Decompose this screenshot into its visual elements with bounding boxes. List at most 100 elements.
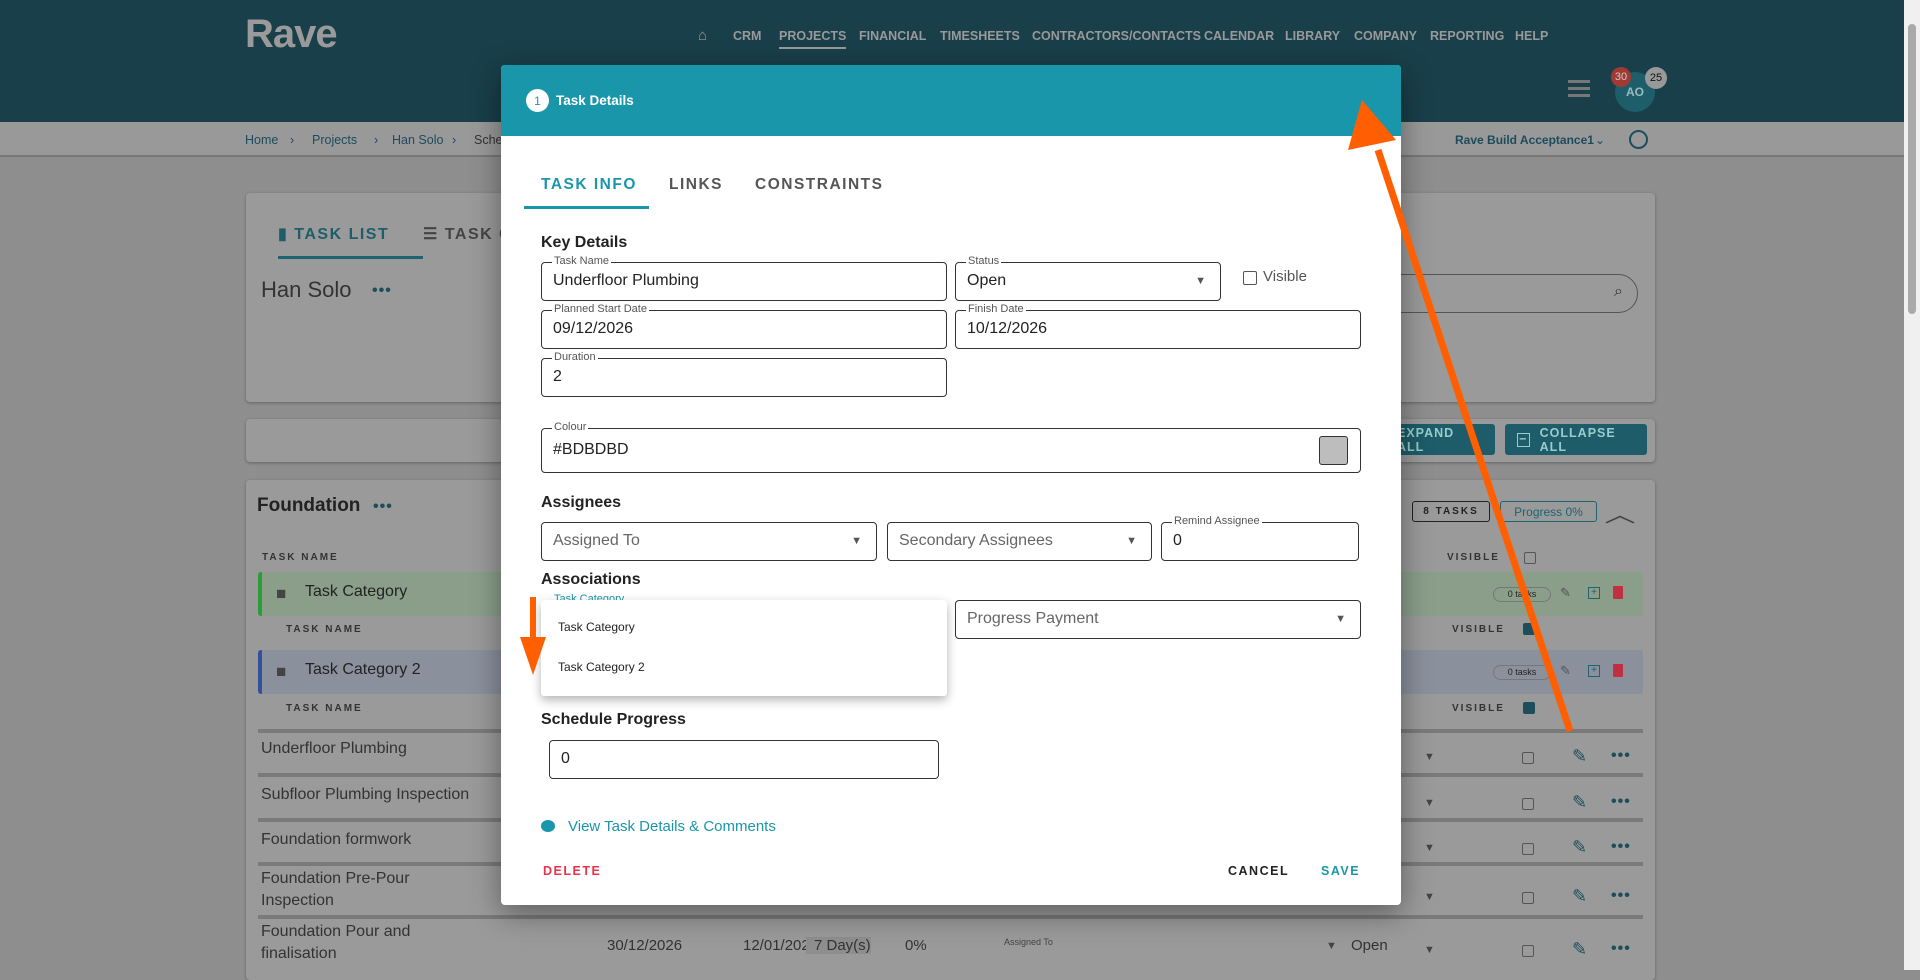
colour-field[interactable]: Colour #BDBDBD — [541, 421, 1361, 473]
status-select[interactable]: Status Open ▼ — [955, 255, 1221, 301]
more-options-icon[interactable]: ••• — [372, 282, 392, 300]
task-status[interactable]: Open — [1351, 937, 1388, 954]
sub-col-visible: VISIBLE — [1452, 703, 1505, 714]
nav-reporting[interactable]: REPORTING — [1430, 29, 1504, 43]
progress-payment-select[interactable]: Progress Payment ▼ — [955, 600, 1361, 639]
placeholder: Secondary Assignees — [899, 532, 1053, 549]
field-value: #BDBDBD — [553, 441, 629, 458]
nav-help[interactable]: HELP — [1515, 29, 1548, 43]
chevron-up-icon[interactable]: ︿ — [1605, 497, 1636, 529]
breadcrumb-projects[interactable]: Projects — [312, 133, 357, 147]
colour-swatch[interactable] — [1319, 436, 1348, 465]
add-icon[interactable]: + — [1588, 587, 1600, 599]
delete-button[interactable]: DELETE — [543, 864, 601, 878]
more-options-icon[interactable]: ••• — [1611, 747, 1631, 765]
hamburger-menu-icon[interactable] — [1568, 80, 1590, 97]
edit-icon[interactable]: ✎ — [1560, 585, 1571, 601]
logo[interactable]: Rave — [245, 12, 338, 57]
collapse-all-button[interactable]: − COLLAPSE ALL — [1505, 424, 1647, 455]
edit-pencil-icon[interactable]: ✎ — [1572, 837, 1587, 858]
tab-task-info[interactable]: TASK INFO — [541, 176, 637, 194]
schedule-progress-field[interactable]: 0 — [549, 740, 939, 779]
caret-down-icon[interactable]: ▼ — [1424, 797, 1435, 809]
category-task-count: 0 tasks — [1493, 665, 1551, 680]
nav-calendar[interactable]: CALENDAR — [1204, 29, 1274, 43]
nav-company[interactable]: COMPANY — [1354, 29, 1417, 43]
col-visible: VISIBLE — [1447, 552, 1500, 563]
edit-pencil-icon[interactable]: ✎ — [1572, 939, 1587, 960]
task-progress: 0% — [905, 937, 927, 954]
field-label: Status — [966, 255, 1002, 267]
task-name-field[interactable]: Task Name Underfloor Plumbing — [541, 255, 947, 301]
visible-checkbox[interactable] — [1522, 843, 1534, 855]
nav-crm[interactable]: CRM — [733, 29, 761, 43]
task-assigned-to[interactable]: Assigned To — [1004, 937, 1053, 947]
caret-down-icon[interactable]: ▼ — [1424, 944, 1435, 956]
visible-checkbox[interactable] — [1522, 892, 1534, 904]
edit-pencil-icon[interactable]: ✎ — [1572, 746, 1587, 767]
caret-down-icon[interactable]: ▼ — [1326, 940, 1337, 952]
planned-start-date-field[interactable]: Planned Start Date 09/12/2026 — [541, 303, 947, 349]
scrollbar-thumb[interactable] — [1908, 24, 1916, 314]
task-row-name[interactable]: Foundation formwork — [261, 831, 411, 849]
caret-down-icon[interactable]: ▼ — [1424, 842, 1435, 854]
add-icon[interactable]: + — [1588, 665, 1600, 677]
more-options-icon[interactable]: ••• — [1611, 838, 1631, 856]
breadcrumb-project[interactable]: Han Solo — [392, 133, 443, 147]
assigned-to-select[interactable]: Assigned To ▼ — [541, 522, 877, 561]
nav-financial[interactable]: FINANCIAL — [859, 29, 926, 43]
tab-task-other[interactable]: ☰ TASK C — [423, 224, 501, 244]
breadcrumb-sep: › — [290, 133, 295, 147]
edit-pencil-icon[interactable]: ✎ — [1572, 792, 1587, 813]
search-input[interactable]: ⌕ — [1380, 274, 1638, 313]
more-options-icon[interactable]: ••• — [1611, 940, 1631, 958]
cancel-button[interactable]: CANCEL — [1228, 864, 1289, 878]
nav-contractors[interactable]: CONTRACTORS/CONTACTS — [1032, 29, 1201, 43]
delete-icon[interactable] — [1613, 664, 1623, 677]
breadcrumb-home[interactable]: Home — [245, 133, 278, 147]
more-options-icon[interactable]: ••• — [1611, 793, 1631, 811]
dropdown-option[interactable]: Task Category 2 — [558, 660, 645, 674]
group-more-icon[interactable]: ••• — [373, 498, 393, 516]
expand-all-button[interactable]: EXPAND ALL — [1385, 424, 1495, 455]
task-row-name[interactable]: Foundation Pour and finalisation — [261, 921, 431, 965]
save-button[interactable]: SAVE — [1321, 864, 1360, 878]
more-options-icon[interactable]: ••• — [1611, 887, 1631, 905]
key-details-heading: Key Details — [541, 234, 628, 251]
view-task-details-link[interactable]: View Task Details & Comments — [568, 818, 776, 835]
visible-all-checkbox[interactable] — [1524, 552, 1536, 564]
tab-links[interactable]: LINKS — [669, 176, 723, 194]
task-row-name[interactable]: Subfloor Plumbing Inspection — [261, 786, 469, 804]
caret-down-icon[interactable]: ▼ — [1424, 891, 1435, 903]
tab-task-list[interactable]: ▮ TASK LIST — [278, 224, 423, 259]
nav-timesheets[interactable]: TIMESHEETS — [940, 29, 1020, 43]
scrollbar[interactable] — [1904, 0, 1920, 970]
dropdown-option[interactable]: Task Category — [558, 620, 635, 634]
task-row-name[interactable]: Foundation Pre-Pour Inspection — [261, 868, 431, 912]
visible-checkbox[interactable] — [1522, 945, 1534, 957]
visible-label: Visible — [1263, 268, 1307, 285]
visible-checkbox[interactable] — [1522, 798, 1534, 810]
duration-field[interactable]: Duration 2 — [541, 351, 947, 397]
clock-icon[interactable] — [1629, 130, 1648, 149]
remind-assignee-field[interactable]: Remind Assignee 0 — [1161, 515, 1359, 561]
edit-icon[interactable]: ✎ — [1560, 663, 1571, 679]
task-row-name[interactable]: Underfloor Plumbing — [261, 740, 407, 758]
visible-checkbox-checked[interactable] — [1523, 623, 1535, 635]
tab-constraints[interactable]: CONSTRAINTS — [755, 176, 883, 194]
company-selector[interactable]: Rave Build Acceptance1 — [1455, 133, 1594, 147]
visible-checkbox[interactable] — [1522, 752, 1534, 764]
delete-icon[interactable] — [1613, 586, 1623, 599]
caret-down-icon[interactable]: ▼ — [1424, 751, 1435, 763]
placeholder: Assigned To — [553, 532, 640, 549]
nav-library[interactable]: LIBRARY — [1285, 29, 1340, 43]
visible-checkbox-checked[interactable] — [1523, 702, 1535, 714]
visible-checkbox[interactable] — [1243, 271, 1257, 285]
chevron-down-icon[interactable]: ⌄ — [1595, 133, 1605, 147]
secondary-assignees-select[interactable]: Secondary Assignees ▼ — [887, 522, 1152, 561]
home-icon[interactable]: ⌂ — [698, 27, 707, 44]
edit-pencil-icon[interactable]: ✎ — [1572, 886, 1587, 907]
finish-date-field[interactable]: Finish Date 10/12/2026 — [955, 303, 1361, 349]
nav-projects[interactable]: PROJECTS — [779, 29, 847, 49]
tab-label: TASK LIST — [294, 226, 390, 243]
